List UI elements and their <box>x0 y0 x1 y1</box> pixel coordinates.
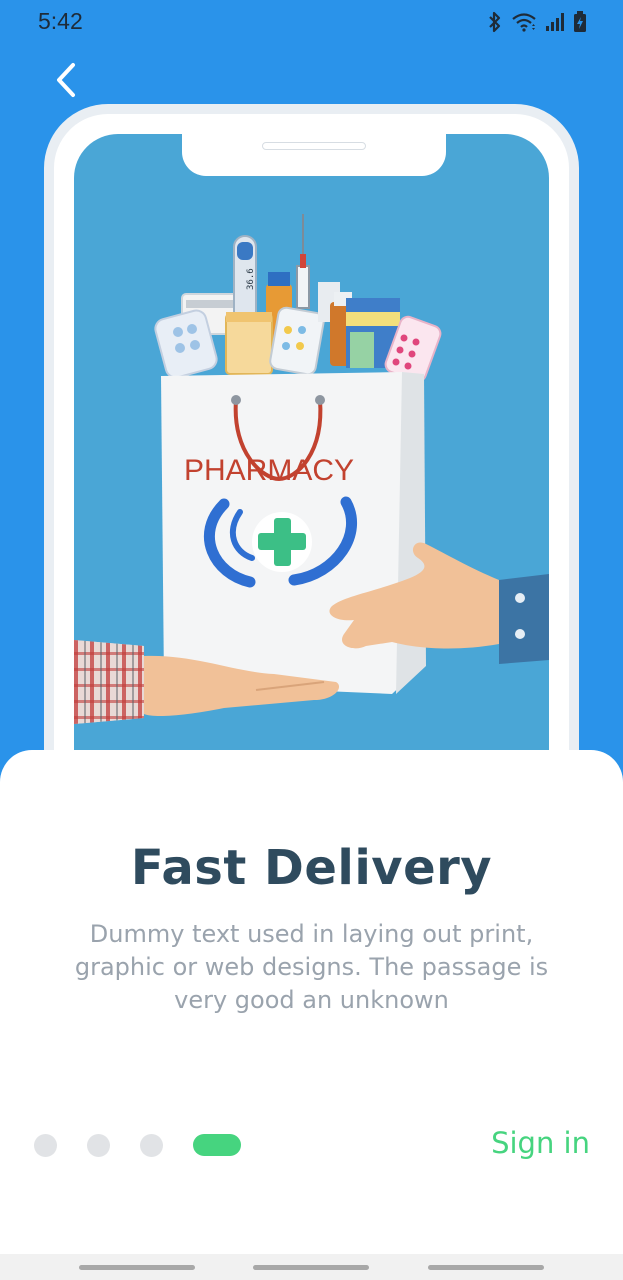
battery-charging-icon <box>573 11 587 33</box>
status-time: 5:42 <box>38 8 83 34</box>
page-indicator <box>34 1133 241 1157</box>
medicine-items: 36.6 <box>154 214 442 383</box>
nav-handle-center[interactable] <box>253 1265 369 1270</box>
chevron-left-icon <box>54 62 78 102</box>
phone-mockup: 36.6 PHARMACY <box>44 104 579 824</box>
nav-handle-left[interactable] <box>79 1265 195 1270</box>
page-dot-2[interactable] <box>87 1133 110 1157</box>
pharmacy-delivery-illustration: 36.6 PHARMACY <box>74 214 549 724</box>
nav-handle-right[interactable] <box>428 1265 544 1270</box>
back-button[interactable] <box>44 60 88 104</box>
onboarding-title: Fast Delivery <box>130 840 493 896</box>
sign-in-button[interactable]: Sign in <box>491 1126 590 1160</box>
phone-speaker <box>262 142 366 150</box>
phone-screen: 36.6 PHARMACY <box>74 134 549 814</box>
wifi-icon <box>511 12 537 32</box>
onboarding-description: Dummy text used in laying out print, gra… <box>74 920 549 1014</box>
status-bar: 5:42 <box>0 0 623 44</box>
status-icons <box>487 10 587 34</box>
thermometer-reading: 36.6 <box>246 268 256 290</box>
bag-label: PHARMACY <box>184 454 354 487</box>
page-dot-1[interactable] <box>34 1133 57 1157</box>
page-dot-4-active[interactable] <box>193 1134 241 1156</box>
system-nav-bar <box>0 1254 623 1280</box>
pharmacy-bag: PHARMACY <box>161 372 426 694</box>
bluetooth-icon <box>487 11 503 33</box>
page-dot-3[interactable] <box>140 1133 163 1157</box>
signal-icon <box>545 12 565 32</box>
phone-notch <box>182 134 446 176</box>
